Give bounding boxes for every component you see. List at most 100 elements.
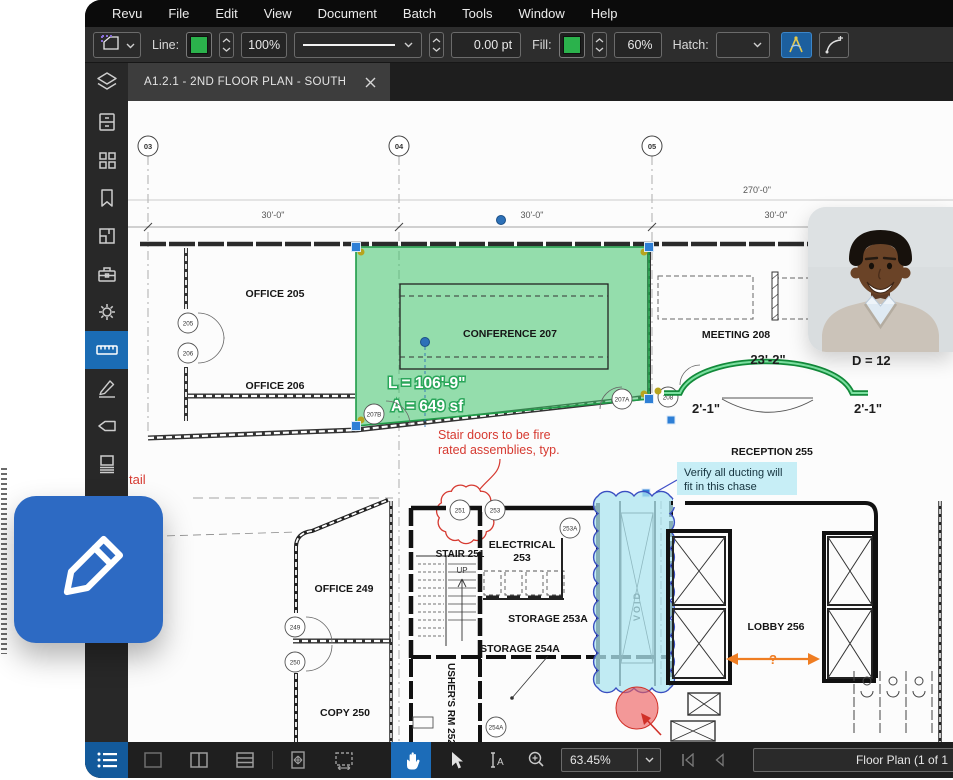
presenter-photo [808, 207, 953, 352]
red-circle-markup[interactable] [616, 687, 661, 735]
menu-window[interactable]: Window [506, 6, 578, 21]
previous-page-icon [713, 753, 727, 767]
text-select-button[interactable]: A [483, 747, 509, 773]
thumbnails-grid-icon [96, 149, 118, 171]
layers-icon [95, 70, 119, 94]
svg-text:UP: UP [456, 566, 467, 575]
svg-text:USHER'S RM 252: USHER'S RM 252 [445, 663, 456, 742]
sidebar-item-measurements[interactable] [85, 331, 128, 369]
measure-tool-button[interactable] [781, 32, 812, 58]
hatch-dropdown[interactable] [716, 32, 770, 58]
sidebar-item-bookmarks[interactable] [85, 179, 128, 217]
magnifier-plus-icon [526, 750, 546, 770]
duct-note-markup[interactable]: Verify all ducting will fit in this chas… [656, 462, 797, 495]
arc-tool-button[interactable] [819, 32, 849, 58]
sidebar-item-sets[interactable] [85, 445, 128, 483]
svg-text:D = 12: D = 12 [852, 353, 891, 368]
svg-text:253: 253 [490, 508, 501, 515]
svg-text:fit in this chase: fit in this chase [684, 481, 757, 493]
chevron-up-icon [432, 38, 441, 43]
sidebar-item-tool-chest[interactable] [85, 255, 128, 293]
app-body: 03 04 05 270'-0" 30'-0" 30'-0" 30'-0" [85, 101, 953, 742]
menu-tools[interactable]: Tools [449, 6, 505, 21]
menu-edit[interactable]: Edit [202, 6, 250, 21]
question-arrow-markup[interactable]: ? [726, 652, 820, 667]
fit-width-icon [333, 750, 355, 770]
area-tool-dropdown[interactable] [93, 32, 141, 58]
svg-text:270'-0": 270'-0" [743, 185, 771, 195]
svg-text:OFFICE 205: OFFICE 205 [246, 288, 305, 300]
tab-close-button[interactable] [360, 72, 380, 92]
line-opacity-stepper[interactable] [219, 32, 234, 58]
fill-opacity-stepper[interactable] [592, 32, 607, 58]
menu-document[interactable]: Document [305, 6, 390, 21]
svg-text:251: 251 [455, 508, 466, 515]
chevron-down-icon [404, 42, 413, 48]
menu-view[interactable]: View [251, 6, 305, 21]
previous-page-button[interactable] [707, 747, 733, 773]
arc-curve-icon [824, 36, 844, 54]
split-vertical-icon [189, 751, 209, 769]
chevron-down-icon [753, 42, 762, 48]
sidebar-item-file-access[interactable] [85, 103, 128, 141]
svg-text:MEETING 208: MEETING 208 [702, 329, 770, 341]
line-opacity-field[interactable]: 100% [241, 32, 287, 58]
reception-area: RECEPTION 255 [722, 398, 813, 458]
duct-cloud-markup[interactable] [594, 491, 675, 692]
svg-text:2'-1": 2'-1" [854, 401, 882, 416]
sidebar-item-thumbnails[interactable] [85, 141, 128, 179]
red-text-fragment[interactable]: tail [129, 472, 146, 487]
stroke-width-field[interactable]: 0.00 pt [451, 32, 521, 58]
document-tab[interactable]: A1.2.1 - 2ND FLOOR PLAN - SOUTH [128, 63, 390, 101]
fit-width-button[interactable] [331, 747, 357, 773]
fit-page-button[interactable] [285, 747, 311, 773]
measurement-point-dot[interactable] [497, 216, 506, 225]
zoom-level-select[interactable]: 63.45% [561, 748, 661, 772]
arc-measurement-markup[interactable]: 23'-2" D = 12 2'-1" 2'-1" [664, 352, 891, 416]
svg-text:STAIR 251: STAIR 251 [436, 549, 485, 560]
protractor-icon [785, 35, 807, 55]
solid-line-swatch [303, 43, 395, 47]
sidebar-item-properties[interactable] [85, 293, 128, 331]
zoom-tool-button[interactable] [523, 747, 549, 773]
pen-nib-icon [96, 377, 118, 399]
sidebar-item-calibrate[interactable] [85, 369, 128, 407]
cursor-arrow-icon [447, 750, 465, 770]
pan-tool-button[interactable] [391, 742, 431, 778]
measurement-point-dot[interactable] [421, 338, 430, 347]
pdf-canvas[interactable]: 03 04 05 270'-0" 30'-0" 30'-0" 30'-0" [128, 101, 953, 742]
svg-text:Verify all ducting will: Verify all ducting will [684, 467, 782, 479]
chevron-up-icon [595, 38, 604, 43]
svg-text:207B: 207B [367, 412, 382, 419]
split-vertical-button[interactable] [186, 747, 212, 773]
menu-file[interactable]: File [155, 6, 202, 21]
menu-bar: Revu File Edit View Document Batch Tools… [85, 0, 953, 27]
menu-help[interactable]: Help [578, 6, 631, 21]
sidebar-item-tags[interactable] [85, 407, 128, 445]
line-style-dropdown[interactable] [294, 32, 422, 58]
page-label-field[interactable]: Floor Plan (1 of 1 [753, 748, 953, 772]
panel-rail [85, 101, 128, 742]
select-tool-button[interactable] [443, 747, 469, 773]
single-pane-button[interactable] [140, 747, 166, 773]
tag-icon [96, 415, 118, 437]
line-color-swatch[interactable] [186, 32, 212, 58]
menu-batch[interactable]: Batch [390, 6, 449, 21]
fire-note-markup[interactable]: Stair doors to be fire rated assemblies,… [437, 428, 560, 544]
first-page-button[interactable] [675, 747, 701, 773]
svg-text:ELECTRICAL: ELECTRICAL [489, 539, 556, 551]
stroke-width-stepper[interactable] [429, 32, 444, 58]
markup-list-button[interactable] [85, 742, 128, 778]
edit-feature-card[interactable] [14, 496, 163, 643]
fill-color-swatch[interactable] [559, 32, 585, 58]
split-horizontal-button[interactable] [232, 747, 258, 773]
elevator-lobby: LOBBY 256 [668, 499, 940, 742]
svg-text:OFFICE 249: OFFICE 249 [315, 583, 374, 595]
sidebar-item-spaces[interactable] [85, 217, 128, 255]
svg-text:04: 04 [395, 142, 404, 151]
menu-revu[interactable]: Revu [99, 6, 155, 21]
file-cabinet-icon [96, 111, 118, 133]
area-measurement-markup[interactable]: CONFERENCE 207 L = 106'-9" A = 649 sf [356, 247, 649, 427]
fill-opacity-field[interactable]: 60% [614, 32, 662, 58]
sidebar-item-layers[interactable] [85, 63, 128, 101]
